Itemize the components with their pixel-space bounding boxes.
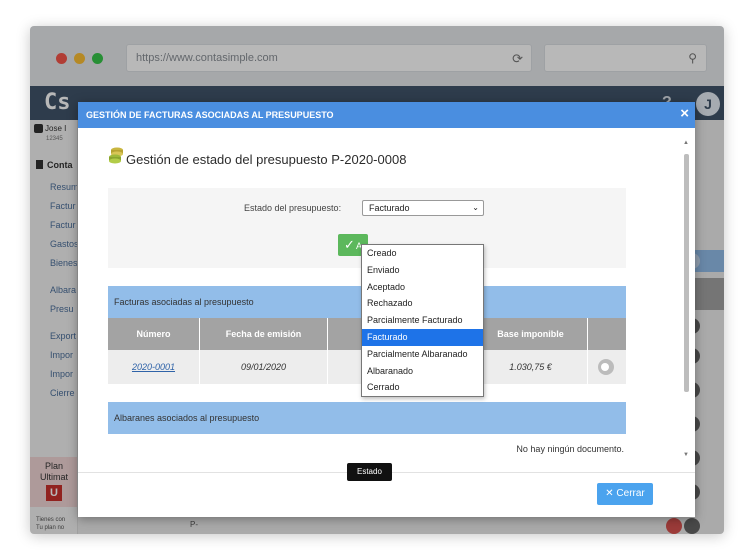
cell-base: 1.030,75 € <box>474 350 588 384</box>
close-icon[interactable]: × <box>680 105 689 122</box>
modal-footer: Estado ✕ Cerrar <box>78 463 695 517</box>
close-icon: ✕ <box>605 488 614 499</box>
close-button[interactable]: ✕ Cerrar <box>597 483 653 505</box>
modal-title: GESTIÓN DE FACTURAS ASOCIADAS AL PRESUPU… <box>86 110 334 120</box>
estado-option[interactable]: Creado <box>362 245 483 262</box>
invoice-link[interactable]: 2020-0001 <box>132 362 175 372</box>
estado-dropdown: Creado Enviado Aceptado Rechazado Parcia… <box>361 244 484 397</box>
col-numero: Número <box>108 318 200 350</box>
col-base: Base imponible <box>474 318 588 350</box>
modal-scrollbar[interactable]: ▲ ▼ <box>682 140 690 462</box>
estado-option[interactable]: Rechazado <box>362 295 483 312</box>
close-button-label: Cerrar <box>616 488 645 499</box>
estado-option[interactable]: Albaranado <box>362 363 483 380</box>
estado-option[interactable]: Enviado <box>362 262 483 279</box>
modal-body: Gestión de estado del presupuesto P-2020… <box>78 128 695 472</box>
cell-numero: 2020-0001 <box>108 350 200 384</box>
estado-selected-value: Facturado <box>369 203 410 213</box>
check-icon: ✓ <box>344 237 355 252</box>
browser-window: https://www.contasimple.com ⟳ ⚲ Cs ? J J… <box>30 26 724 534</box>
page-title: Gestión de estado del presupuesto P-2020… <box>126 152 407 167</box>
col-actions <box>588 318 626 350</box>
cell-fecha: 09/01/2020 <box>200 350 328 384</box>
estado-option[interactable]: Aceptado <box>362 279 483 296</box>
invoices-modal: GESTIÓN DE FACTURAS ASOCIADAS AL PRESUPU… <box>78 102 695 517</box>
estado-select[interactable]: Facturado ⌄ <box>362 200 484 216</box>
scroll-up-icon[interactable]: ▲ <box>683 140 689 146</box>
modal-header: GESTIÓN DE FACTURAS ASOCIADAS AL PRESUPU… <box>78 102 695 128</box>
estado-option[interactable]: Parcialmente Albaranado <box>362 346 483 363</box>
toggle-icon[interactable] <box>598 359 614 375</box>
estado-option-selected[interactable]: Facturado <box>362 328 483 346</box>
col-fecha: Fecha de emisión <box>200 318 328 350</box>
estado-option[interactable]: Parcialmente Facturado <box>362 312 483 329</box>
no-documents-text: No hay ningún documento. <box>516 444 624 454</box>
tooltip: Estado <box>347 463 392 481</box>
delivery-section-header: Albaranes asociados al presupuesto <box>108 402 626 434</box>
chevron-down-icon: ⌄ <box>472 203 479 212</box>
estado-label: Estado del presupuesto: <box>244 203 342 213</box>
screen: https://www.contasimple.com ⟳ ⚲ Cs ? J J… <box>0 0 750 552</box>
coins-icon <box>109 147 123 164</box>
scroll-down-icon[interactable]: ▼ <box>683 452 689 458</box>
scrollbar-thumb[interactable] <box>684 154 689 392</box>
estado-option[interactable]: Cerrado <box>362 379 483 396</box>
